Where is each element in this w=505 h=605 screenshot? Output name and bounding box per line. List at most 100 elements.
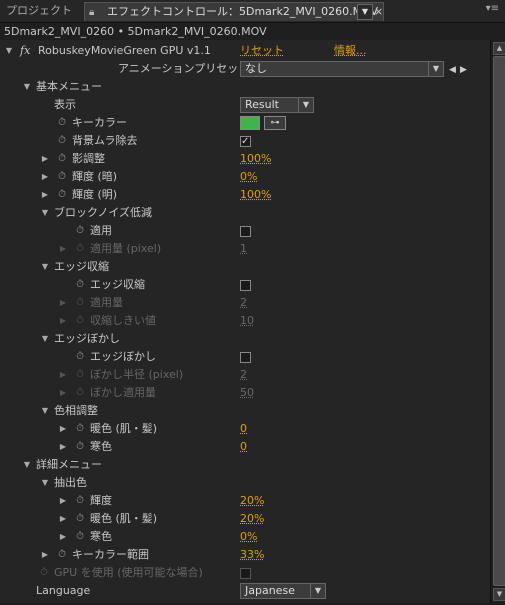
- collapse-arrow-icon[interactable]: ▼: [22, 456, 32, 474]
- stopwatch-icon[interactable]: ⏱︎: [56, 132, 68, 150]
- group-detail-menu[interactable]: ▼ 詳細メニュー: [0, 456, 490, 474]
- scroll-down-icon[interactable]: ▼: [493, 588, 505, 601]
- collapse-arrow-icon[interactable]: ▼: [40, 204, 50, 222]
- collapse-arrow-icon[interactable]: ▼: [40, 330, 50, 348]
- param-use-gpu: ⏱︎ GPU を使用 (使用可能な場合): [0, 564, 490, 582]
- expand-arrow-icon[interactable]: ▶: [40, 546, 50, 564]
- prev-preset-icon[interactable]: ◀: [449, 61, 456, 79]
- preset-select[interactable]: なし ▼: [240, 61, 444, 77]
- expand-arrow-icon[interactable]: ▶: [40, 168, 50, 186]
- reset-link[interactable]: リセット: [240, 42, 284, 60]
- vertical-scrollbar[interactable]: ▲ ▼: [490, 40, 505, 603]
- param-label: 収縮しきい値: [90, 314, 156, 327]
- close-icon[interactable]: ×: [374, 3, 383, 21]
- collapse-arrow-icon[interactable]: ▼: [4, 42, 14, 60]
- expand-arrow-icon[interactable]: ▶: [40, 186, 50, 204]
- bg-removal-checkbox[interactable]: [240, 133, 251, 151]
- expand-arrow-icon: ▶: [59, 316, 67, 325]
- display-select[interactable]: Result ▼: [240, 97, 314, 113]
- param-value[interactable]: 100%: [240, 186, 271, 204]
- param-label: ぼかし半径 (pixel): [90, 368, 184, 381]
- group-basic-menu[interactable]: ▼ 基本メニュー: [0, 78, 490, 96]
- param-label: 表示: [54, 98, 76, 111]
- param-label: 暖色 (肌・髪): [90, 422, 158, 435]
- stopwatch-icon[interactable]: ⏱︎: [56, 546, 68, 564]
- param-value[interactable]: 20%: [240, 510, 264, 528]
- breadcrumb: 5Dmark2_MVI_0260 • 5Dmark2_MVI_0260.MOV: [4, 25, 267, 38]
- eyedropper-icon[interactable]: ⊶: [264, 116, 286, 130]
- param-value[interactable]: 0%: [240, 528, 257, 546]
- group-block-noise[interactable]: ▼ ブロックノイズ低減: [0, 204, 490, 222]
- next-preset-icon[interactable]: ▶: [460, 61, 467, 79]
- chevron-down-icon: ▼: [310, 584, 325, 598]
- stopwatch-icon[interactable]: ⏱︎: [74, 492, 86, 510]
- param-edge-blur-apply: ⏱︎ エッジぼかし: [0, 348, 490, 366]
- stopwatch-icon[interactable]: ⏱︎: [74, 528, 86, 546]
- info-link[interactable]: 情報...: [334, 42, 367, 60]
- group-label: 抽出色: [54, 476, 87, 489]
- tab-effect-controls[interactable]: 🔒︎ エフェクトコントロール：5Dmark2_MVI_0260.MOV ▼ ×: [84, 2, 384, 21]
- param-label: ぼかし適用量: [90, 386, 156, 399]
- group-hue-adjust[interactable]: ▼ 色相調整: [0, 402, 490, 420]
- tab-project[interactable]: プロジェクト: [6, 2, 72, 20]
- param-shrink-amount: ▶ ⏱︎ 適用量 2: [0, 294, 490, 312]
- param-value[interactable]: 0: [240, 438, 247, 456]
- group-edge-shrink[interactable]: ▼ エッジ収縮: [0, 258, 490, 276]
- param-block-apply: ⏱︎ 適用: [0, 222, 490, 240]
- stopwatch-icon[interactable]: ⏱︎: [74, 438, 86, 456]
- param-label: 寒色: [90, 440, 112, 453]
- expand-arrow-icon[interactable]: ▶: [58, 528, 68, 546]
- param-blur-radius: ▶ ⏱︎ ぼかし半径 (pixel) 2: [0, 366, 490, 384]
- fx-icon[interactable]: fx: [20, 42, 30, 60]
- lock-icon[interactable]: 🔒︎: [89, 4, 94, 22]
- param-value[interactable]: 33%: [240, 546, 264, 564]
- collapse-arrow-icon[interactable]: ▼: [40, 402, 50, 420]
- stopwatch-icon[interactable]: ⏱︎: [56, 168, 68, 186]
- collapse-arrow-icon[interactable]: ▼: [40, 474, 50, 492]
- stopwatch-icon: ⏱︎: [40, 567, 48, 578]
- collapse-arrow-icon[interactable]: ▼: [22, 78, 32, 96]
- tab-effect-controls-label: エフェクトコントロール：5Dmark2_MVI_0260.MOV: [107, 5, 379, 18]
- stopwatch-icon[interactable]: ⏱︎: [74, 420, 86, 438]
- scroll-up-icon[interactable]: ▲: [493, 42, 505, 55]
- collapse-arrow-icon[interactable]: ▼: [40, 258, 50, 276]
- param-label: キーカラー: [72, 116, 127, 129]
- stopwatch-icon[interactable]: ⏱︎: [74, 348, 86, 366]
- chevron-down-icon[interactable]: ▼: [357, 4, 373, 20]
- expand-arrow-icon[interactable]: ▶: [58, 492, 68, 510]
- param-language: Language Japanese ▼: [0, 582, 490, 600]
- group-label: 基本メニュー: [36, 80, 102, 93]
- expand-arrow-icon[interactable]: ▶: [58, 438, 68, 456]
- block-apply-checkbox[interactable]: [240, 226, 251, 237]
- expand-arrow-icon[interactable]: ▶: [58, 510, 68, 528]
- edge-shrink-checkbox[interactable]: [240, 280, 251, 291]
- stopwatch-icon[interactable]: ⏱︎: [56, 150, 68, 168]
- stopwatch-icon[interactable]: ⏱︎: [74, 276, 86, 294]
- key-color-swatch[interactable]: [240, 116, 260, 130]
- stopwatch-icon[interactable]: ⏱︎: [56, 114, 68, 132]
- scroll-thumb[interactable]: [493, 56, 505, 586]
- group-edge-blur[interactable]: ▼ エッジぼかし: [0, 330, 490, 348]
- param-blur-amount: ▶ ⏱︎ ぼかし適用量 50: [0, 384, 490, 402]
- param-value[interactable]: 0%: [240, 168, 257, 186]
- stopwatch-icon[interactable]: ⏱︎: [56, 186, 68, 204]
- panel-menu-icon[interactable]: ▾≡: [486, 3, 499, 14]
- stopwatch-icon: ⏱︎: [76, 297, 84, 308]
- param-value[interactable]: 0: [240, 420, 247, 438]
- param-label: 適用量 (pixel): [90, 242, 162, 255]
- expand-arrow-icon[interactable]: ▶: [58, 420, 68, 438]
- param-label: 輝度 (明): [72, 188, 118, 201]
- group-label: 詳細メニュー: [36, 458, 102, 471]
- edge-blur-checkbox[interactable]: [240, 352, 251, 363]
- stopwatch-icon[interactable]: ⏱︎: [74, 222, 86, 240]
- language-select[interactable]: Japanese ▼: [240, 583, 326, 599]
- group-extract[interactable]: ▼ 抽出色: [0, 474, 490, 492]
- param-value[interactable]: 100%: [240, 150, 271, 168]
- expand-arrow-icon[interactable]: ▶: [40, 150, 50, 168]
- param-value[interactable]: 20%: [240, 492, 264, 510]
- stopwatch-icon[interactable]: ⏱︎: [74, 510, 86, 528]
- param-apply-amount: ▶ ⏱︎ 適用量 (pixel) 1: [0, 240, 490, 258]
- stopwatch-icon: ⏱︎: [76, 243, 84, 254]
- param-label: エッジ収縮: [90, 278, 145, 291]
- param-label: Language: [36, 584, 91, 597]
